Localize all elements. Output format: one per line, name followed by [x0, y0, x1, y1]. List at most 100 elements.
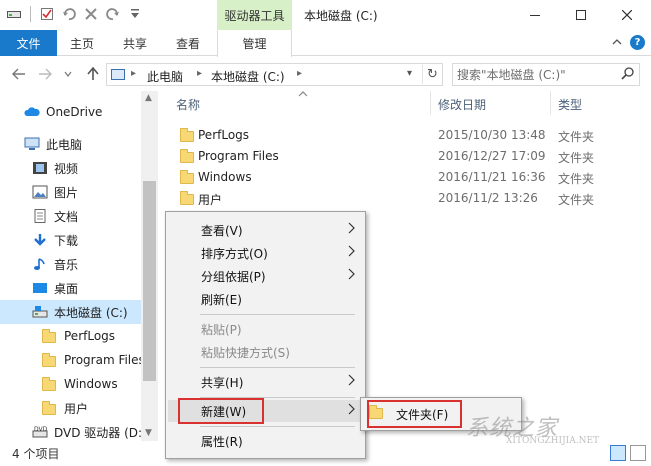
nav-item-downloads[interactable]: 下载 — [0, 228, 141, 252]
file-date: 2016/11/21 16:36 — [438, 170, 546, 184]
maximize-button[interactable] — [558, 0, 604, 30]
address-history-chevron-icon[interactable]: ▾ — [407, 68, 412, 79]
delete-x-icon[interactable] — [83, 6, 99, 22]
file-type: 文件夹 — [558, 193, 595, 207]
tab-view[interactable]: 查看 — [163, 30, 213, 56]
undo-curved-icon[interactable] — [61, 6, 77, 22]
menu-item-label: 排序方式(O) — [201, 246, 268, 261]
toolbar-divider — [30, 6, 31, 22]
file-row[interactable]: Program Files 2016/12/27 17:09 文件夹 — [176, 146, 636, 166]
nav-item-onedrive[interactable]: OneDrive — [0, 100, 141, 124]
nav-item-videos[interactable]: 视频 — [0, 156, 141, 180]
column-divider[interactable] — [550, 91, 551, 115]
file-row[interactable]: Windows 2016/11/21 16:36 文件夹 — [176, 167, 636, 187]
download-icon — [34, 234, 46, 246]
customize-dropdown-icon[interactable] — [127, 6, 143, 22]
address-bar[interactable]: ▸ 此电脑 ▸ 本地磁盘 (C:) ▸ ▾ ↻ — [106, 63, 443, 86]
nav-item-this-pc[interactable]: 此电脑 — [0, 132, 141, 156]
video-icon — [33, 162, 47, 174]
nav-item-label: OneDrive — [46, 105, 103, 119]
redo-icon[interactable] — [105, 6, 121, 22]
collapse-ribbon-chevron-icon[interactable] — [612, 35, 622, 48]
tab-file[interactable]: 文件 — [0, 30, 57, 56]
breadcrumb-this-pc[interactable]: 此电脑 — [147, 68, 183, 85]
nav-item-windows[interactable]: Windows — [0, 372, 141, 396]
drive-icon — [32, 306, 48, 318]
nav-pane-scrollbar[interactable]: ▲ ▼ — [141, 91, 158, 441]
properties-check-icon[interactable] — [39, 6, 55, 22]
file-name: Windows — [198, 170, 252, 184]
scroll-down-arrow-icon[interactable]: ▼ — [145, 428, 152, 438]
menu-item-share[interactable]: 共享(H) — [168, 371, 363, 393]
back-arrow-icon[interactable] — [10, 65, 28, 83]
recent-locations-chevron-icon[interactable] — [62, 65, 74, 83]
nav-item-program-files[interactable]: Program Files — [0, 348, 141, 372]
drive-icon — [111, 69, 125, 80]
minimize-button[interactable] — [512, 0, 558, 30]
minimize-icon — [530, 15, 540, 16]
nav-item-perflogs[interactable]: PerfLogs — [0, 324, 141, 348]
search-box[interactable] — [452, 63, 640, 86]
column-divider[interactable] — [430, 91, 431, 115]
menu-divider — [200, 367, 355, 368]
file-row[interactable]: PerfLogs 2015/10/30 13:48 文件夹 — [176, 125, 636, 145]
tab-share[interactable]: 共享 — [110, 30, 160, 56]
column-header-date[interactable]: 修改日期 — [438, 96, 486, 113]
file-name: 用户 — [198, 193, 223, 207]
menu-divider — [200, 426, 355, 427]
submenu-arrow-icon — [348, 374, 355, 389]
menu-item-refresh[interactable]: 刷新(E) — [168, 288, 363, 310]
up-arrow-icon[interactable] — [84, 65, 102, 83]
file-row[interactable]: 用户 2016/11/2 13:26 文件夹 — [176, 188, 636, 208]
nav-item-label: PerfLogs — [64, 329, 116, 343]
picture-icon — [32, 185, 48, 199]
scroll-up-arrow-icon[interactable]: ▲ — [145, 93, 152, 103]
nav-item-desktop[interactable]: 桌面 — [0, 276, 141, 300]
nav-item-label: Program Files — [64, 353, 141, 367]
menu-item-properties[interactable]: 属性(R) — [168, 430, 363, 452]
search-input[interactable] — [457, 66, 617, 83]
refresh-icon[interactable]: ↻ — [422, 65, 442, 84]
breadcrumb-separator-icon: ▸ — [297, 68, 303, 79]
menu-item-sort-by[interactable]: 排序方式(O) — [168, 242, 363, 264]
svg-text:DVD: DVD — [34, 426, 48, 433]
dvd-icon: DVD — [32, 426, 48, 438]
breadcrumb-local-disk[interactable]: 本地磁盘 (C:) — [211, 68, 285, 85]
nav-item-users[interactable]: 用户 — [0, 396, 141, 420]
submenu-arrow-icon — [348, 403, 355, 418]
nav-item-label: 音乐 — [54, 257, 79, 272]
nav-item-label: 此电脑 — [46, 137, 83, 152]
file-type: 文件夹 — [558, 130, 595, 144]
menu-item-label: 查看(V) — [201, 223, 243, 238]
help-icon[interactable]: ? — [630, 35, 645, 50]
nav-item-label: 用户 — [64, 401, 89, 416]
nav-item-music[interactable]: 音乐 — [0, 252, 141, 276]
ribbon-tabs: 文件 主页 共享 查看 管理 ? — [0, 30, 651, 57]
folder-icon — [42, 401, 58, 415]
column-header-name[interactable]: 名称 — [176, 96, 200, 113]
close-icon — [622, 10, 632, 20]
folder-icon — [180, 170, 194, 184]
forward-arrow-icon[interactable] — [36, 65, 54, 83]
menu-item-group-by[interactable]: 分组依据(P) — [168, 265, 363, 287]
nav-item-pictures[interactable]: 图片 — [0, 180, 141, 204]
menu-item-label: 刷新(E) — [201, 292, 242, 307]
search-icon[interactable] — [621, 67, 634, 84]
nav-item-documents[interactable]: 文档 — [0, 204, 141, 228]
large-icons-view-icon[interactable] — [630, 445, 646, 461]
close-button[interactable] — [604, 0, 650, 30]
document-icon — [34, 209, 46, 223]
music-icon — [34, 258, 45, 270]
menu-item-view[interactable]: 查看(V) — [168, 219, 363, 241]
nav-item-local-disk-c[interactable]: 本地磁盘 (C:) — [0, 300, 141, 324]
scrollbar-thumb[interactable] — [143, 181, 156, 381]
drive-icon[interactable] — [6, 6, 22, 22]
column-header-type[interactable]: 类型 — [558, 96, 582, 113]
tab-manage[interactable]: 管理 — [217, 30, 292, 57]
tab-home[interactable]: 主页 — [57, 30, 107, 56]
menu-item-label: 共享(H) — [201, 375, 244, 390]
quick-access-toolbar — [6, 6, 143, 22]
drive-tools-context-tab: 驱动器工具 — [217, 0, 292, 30]
menu-item-paste: 粘贴(P) — [168, 318, 363, 340]
details-view-icon[interactable] — [610, 445, 626, 461]
